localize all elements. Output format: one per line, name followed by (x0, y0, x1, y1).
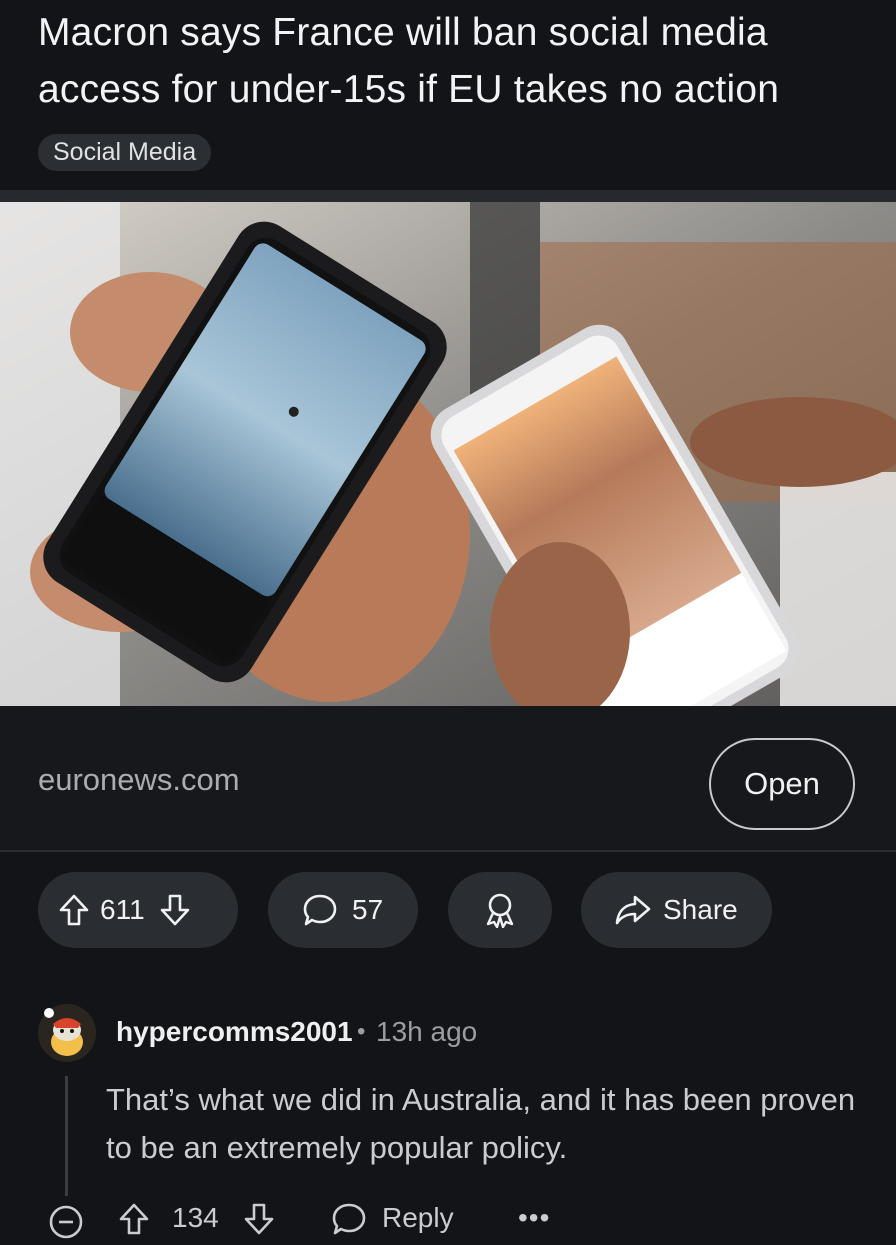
comment-action-row: 134 Reply ••• (0, 1196, 896, 1241)
comment-upvote-icon[interactable] (118, 1202, 150, 1241)
share-arrow-icon (615, 894, 651, 926)
comment-body: That’s what we did in Australia, and it … (106, 1082, 856, 1165)
divider (0, 850, 896, 852)
comment-downvote-icon[interactable] (243, 1202, 275, 1241)
post-vote-bar: 611 (38, 872, 238, 948)
post-flair[interactable]: Social Media (38, 134, 212, 171)
comment-vote-count: 134 (172, 1202, 219, 1233)
more-options-icon[interactable]: ••• (518, 1202, 550, 1234)
comment-count: 57 (352, 894, 384, 925)
comments-button[interactable]: 57 (268, 872, 418, 948)
collapse-thread-icon[interactable] (48, 1204, 84, 1245)
two-phones-photo-icon (0, 202, 896, 706)
share-label: Share (663, 894, 738, 925)
comment-timestamp: 13h ago (376, 1016, 478, 1047)
comment-bubble-icon (302, 893, 338, 927)
meta-separator: • (357, 1018, 366, 1045)
reply-button[interactable]: Reply (382, 1202, 454, 1234)
share-button[interactable]: Share (581, 872, 772, 948)
post-image[interactable] (0, 202, 896, 706)
thread-line[interactable] (65, 1076, 68, 1196)
downvote-icon[interactable] (159, 893, 191, 927)
comment-username[interactable]: hypercomms2001 (116, 1016, 353, 1048)
online-indicator (44, 1008, 54, 1018)
award-icon (483, 892, 517, 928)
open-link-button[interactable]: Open (709, 738, 855, 830)
award-button[interactable] (448, 872, 552, 948)
post-vote-count: 611 (100, 894, 145, 925)
link-domain[interactable]: euronews.com (38, 762, 240, 798)
post-title[interactable]: Macron says France will ban social media… (38, 4, 868, 118)
reply-bubble-icon[interactable] (331, 1202, 367, 1241)
divider (0, 190, 896, 202)
upvote-icon[interactable] (58, 893, 90, 927)
